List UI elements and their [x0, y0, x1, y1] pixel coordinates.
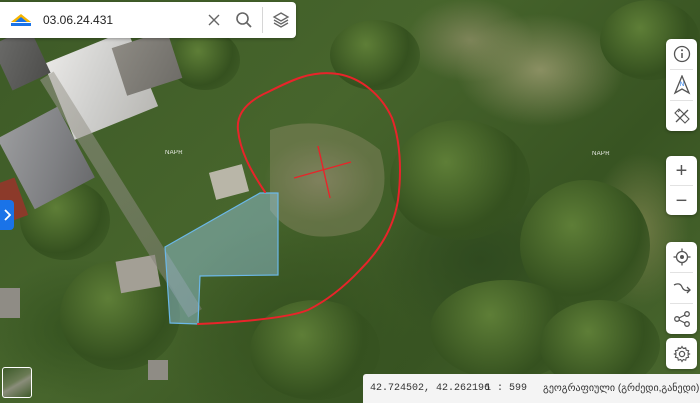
gear-icon: [672, 344, 691, 363]
parcel-polygon[interactable]: [164, 192, 279, 325]
bare-ground: [270, 123, 385, 237]
search-icon: [236, 12, 252, 28]
route-path-icon: [673, 283, 691, 294]
close-icon: [208, 14, 220, 26]
info-button[interactable]: [666, 39, 697, 69]
search-button[interactable]: [229, 5, 259, 35]
nav-panel: [666, 242, 697, 334]
route-button[interactable]: [666, 273, 697, 303]
map-canvas[interactable]: NAPR NAPR: [0, 0, 700, 403]
map-scale: 1 : 599: [485, 383, 528, 394]
search-input[interactable]: 03.06.24.431: [43, 13, 199, 27]
search-bar: 03.06.24.431: [0, 2, 296, 38]
clear-button[interactable]: [199, 5, 229, 35]
compass-north-icon: N: [673, 75, 690, 95]
locate-button[interactable]: [666, 242, 697, 272]
info-icon: [673, 45, 690, 63]
compass-button[interactable]: N: [666, 70, 697, 100]
layers-icon: [272, 12, 290, 28]
side-panel-toggle[interactable]: [0, 200, 14, 230]
zoom-in-button[interactable]: +: [666, 156, 697, 185]
share-icon: [673, 311, 690, 327]
tools-panel: N: [666, 39, 697, 131]
napr-logo-icon[interactable]: [9, 12, 33, 28]
coordinate-system-select[interactable]: გეოგრაფიული (გრძედი,განედი) ⌄: [543, 383, 700, 394]
cursor-coordinates: 42.724502, 42.262196: [370, 383, 491, 394]
coordinate-system-label: გეოგრაფიული (გრძედი,განედი): [543, 383, 700, 394]
plus-icon: +: [675, 159, 688, 182]
zoom-panel: + −: [666, 156, 697, 215]
ruler-pencil-icon: [673, 108, 690, 124]
basemap-switcher-thumbnail[interactable]: [2, 367, 32, 398]
share-button[interactable]: [666, 304, 697, 334]
compass-label: N: [679, 82, 683, 88]
map-label: NAPR: [165, 150, 183, 156]
status-bar: 42.724502, 42.262196 1 : 599 გეოგრაფიული…: [363, 374, 700, 403]
measure-button[interactable]: [666, 101, 697, 131]
map-label: NAPR: [592, 151, 610, 157]
locate-target-icon: [673, 248, 690, 266]
zoom-out-button[interactable]: −: [666, 186, 697, 215]
divider: [262, 7, 263, 33]
map-overlay: [164, 72, 401, 325]
chevron-right-icon: [4, 209, 11, 221]
layers-button[interactable]: [266, 5, 296, 35]
minus-icon: −: [675, 189, 688, 212]
settings-button[interactable]: [666, 338, 697, 369]
